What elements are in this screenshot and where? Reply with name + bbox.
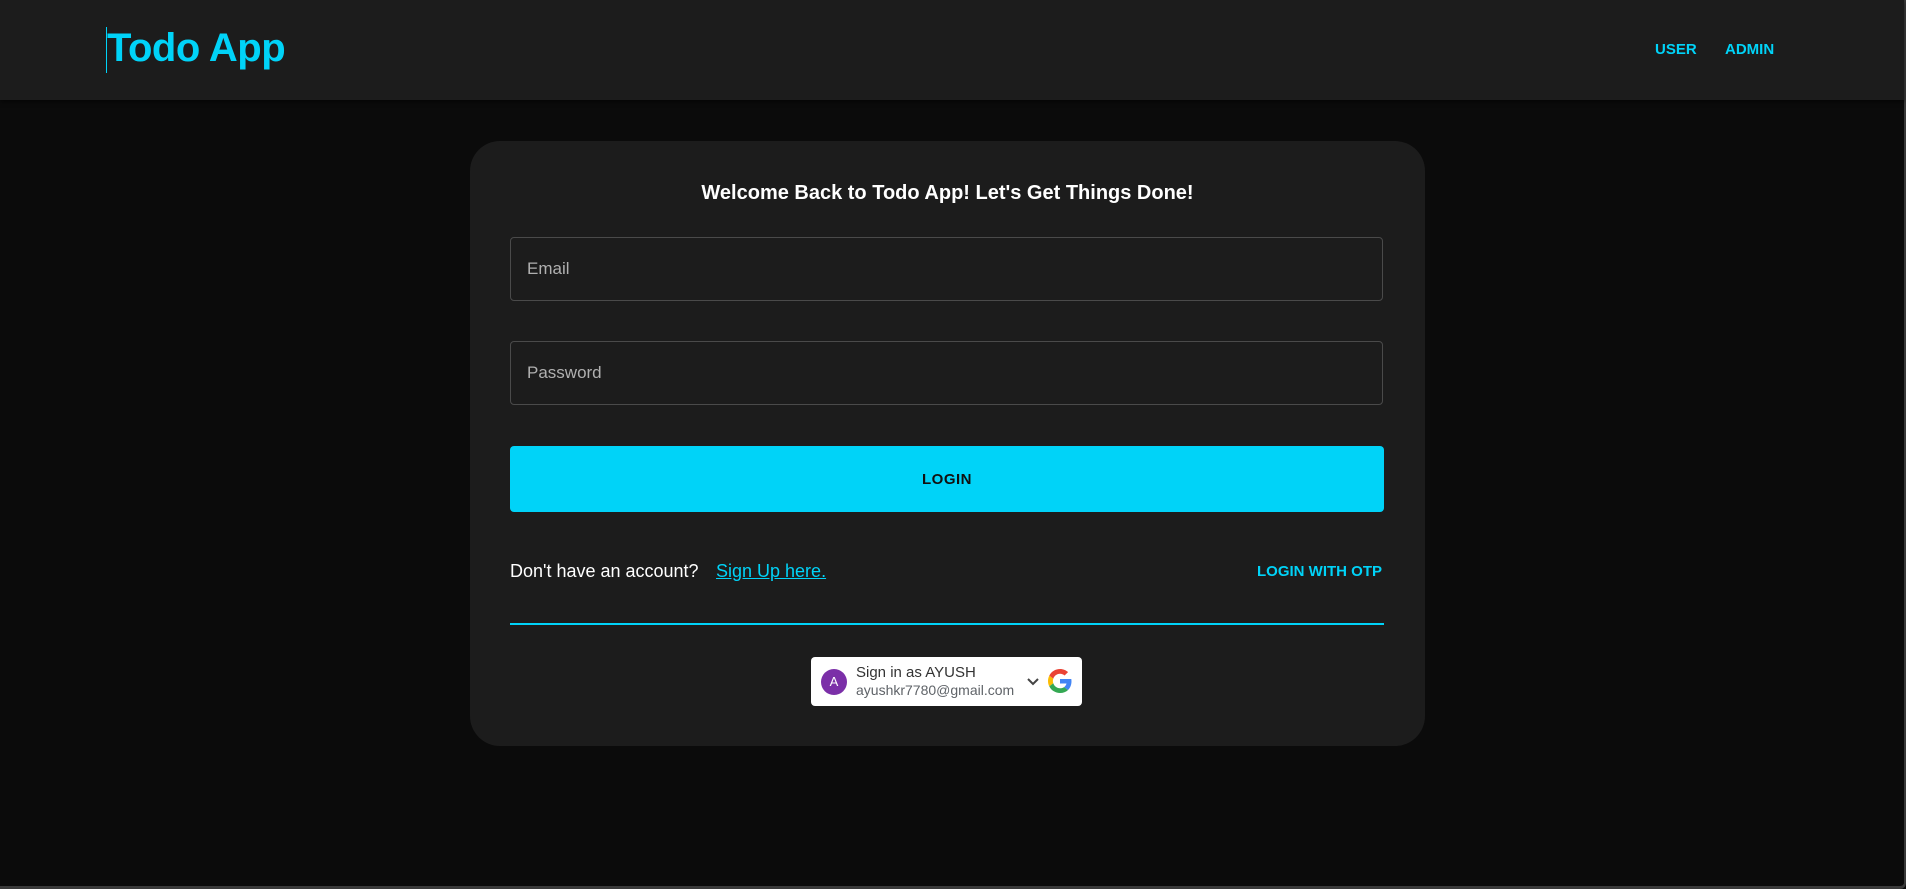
- password-field[interactable]: [510, 341, 1383, 405]
- google-account-email: ayushkr7780@gmail.com: [856, 682, 1015, 698]
- nav-user-link[interactable]: USER: [1655, 41, 1697, 58]
- login-button[interactable]: LOGIN: [510, 446, 1384, 512]
- email-field[interactable]: [510, 237, 1383, 301]
- login-heading: Welcome Back to Todo App! Let's Get Thin…: [701, 182, 1194, 204]
- email-input[interactable]: [511, 238, 1382, 300]
- login-with-otp-button[interactable]: LOGIN WITH OTP: [1257, 563, 1382, 580]
- signup-link[interactable]: Sign Up here.: [716, 561, 826, 582]
- google-account-name: Sign in as AYUSH: [856, 664, 976, 681]
- divider: [510, 623, 1384, 625]
- app-title[interactable]: Todo App: [107, 26, 286, 71]
- nav-admin-link[interactable]: ADMIN: [1725, 41, 1774, 58]
- login-card: Welcome Back to Todo App! Let's Get Thin…: [470, 141, 1425, 746]
- no-account-text: Don't have an account?: [510, 561, 699, 581]
- avatar: A: [821, 669, 847, 695]
- app-window: Todo App USER ADMIN Welcome Back to Todo…: [0, 0, 1906, 889]
- google-logo-icon: [1048, 669, 1072, 693]
- google-signin-button[interactable]: A Sign in as AYUSH ayushkr7780@gmail.com: [811, 657, 1082, 706]
- password-input[interactable]: [511, 342, 1382, 404]
- top-app-bar: Todo App USER ADMIN: [0, 0, 1904, 100]
- chevron-down-icon[interactable]: [1027, 678, 1039, 686]
